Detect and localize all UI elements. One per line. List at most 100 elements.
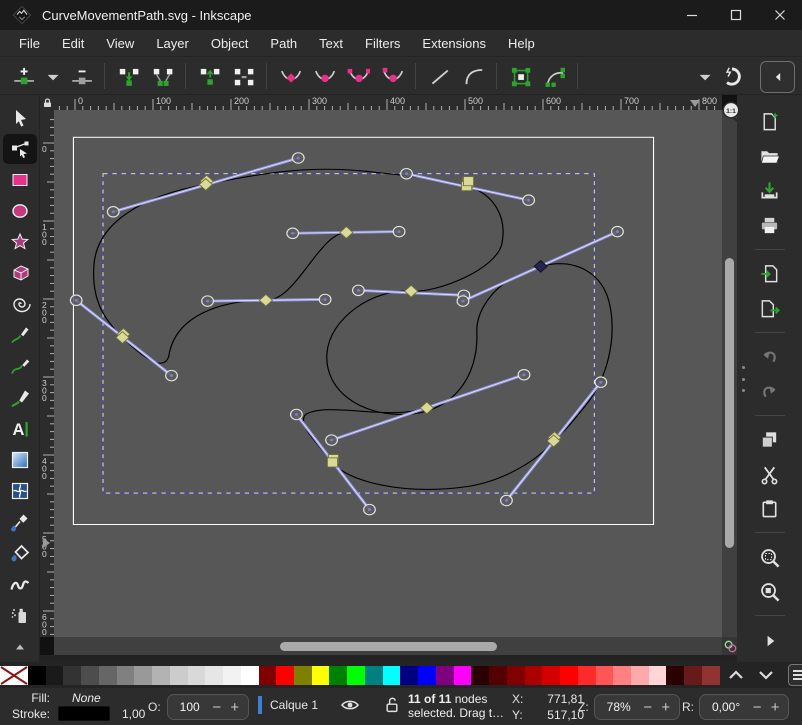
palette-swatch-14[interactable]	[276, 666, 294, 685]
spiral-tool-button[interactable]	[3, 289, 37, 319]
mesh-tool-button[interactable]	[3, 476, 37, 506]
palette-swatch-34[interactable]	[631, 666, 649, 685]
break-node-button[interactable]	[192, 61, 226, 91]
handle-end[interactable]	[292, 153, 304, 163]
handle-end[interactable]	[291, 409, 303, 419]
palette-swatch-7[interactable]	[152, 666, 170, 685]
palette-swatch-29[interactable]	[542, 666, 560, 685]
handle-end[interactable]	[401, 168, 413, 178]
opacity-increase-button[interactable]: +	[226, 699, 244, 716]
object-to-path-button[interactable]	[503, 61, 537, 91]
palette-swatch-6[interactable]	[134, 666, 152, 685]
text-tool-button[interactable]: A	[3, 414, 37, 444]
drawing-svg[interactable]	[54, 110, 722, 637]
menu-filters[interactable]: Filters	[354, 32, 411, 55]
path-node[interactable]	[405, 285, 418, 297]
ruler-lock[interactable]	[40, 95, 54, 110]
palette-swatch-1[interactable]	[46, 666, 64, 685]
expand-commands-button[interactable]	[755, 627, 785, 653]
import-document-button[interactable]	[755, 261, 785, 287]
horizontal-scrollbar[interactable]	[54, 637, 722, 655]
horizontal-ruler[interactable]: 0100200300400500600700800	[54, 95, 722, 110]
palette-swatch-27[interactable]	[507, 666, 525, 685]
rotation-decrease-button[interactable]: −	[748, 699, 766, 716]
palette-menu-button[interactable]	[788, 664, 802, 686]
corner-node-button[interactable]	[273, 61, 307, 91]
show-handles-button[interactable]	[537, 61, 571, 91]
palette-swatch-5[interactable]	[117, 666, 135, 685]
commands-bar-handle[interactable]	[739, 366, 747, 392]
box3d-tool-button[interactable]	[3, 258, 37, 288]
palette-swatch-12[interactable]	[241, 666, 259, 685]
rotation-spinbox[interactable]: 0,00° − +	[699, 694, 789, 720]
rotation-increase-button[interactable]: +	[766, 699, 784, 716]
menu-path[interactable]: Path	[259, 32, 308, 55]
open-document-button[interactable]	[755, 144, 785, 170]
handle-end[interactable]	[595, 377, 607, 387]
join-with-segment-button[interactable]	[145, 61, 179, 91]
dropper-tool-button[interactable]	[3, 507, 37, 537]
palette-swatch-21[interactable]	[400, 666, 418, 685]
palette-swatch-9[interactable]	[188, 666, 206, 685]
palette-swatch-13[interactable]	[259, 666, 277, 685]
menu-edit[interactable]: Edit	[51, 32, 95, 55]
delete-segment-button[interactable]	[226, 61, 260, 91]
pen-tool-button[interactable]	[3, 352, 37, 382]
more-tools-button[interactable]	[3, 631, 37, 661]
palette-swatch-15[interactable]	[294, 666, 312, 685]
palette-swatch-32[interactable]	[596, 666, 614, 685]
palette-swatch-16[interactable]	[312, 666, 330, 685]
fill-tool-button[interactable]	[3, 538, 37, 568]
palette-swatch-37[interactable]	[684, 666, 702, 685]
handle-end[interactable]	[457, 296, 469, 306]
handle-end[interactable]	[319, 294, 331, 304]
palette-swatch-22[interactable]	[418, 666, 436, 685]
new-document-button[interactable]	[755, 109, 785, 135]
opacity-decrease-button[interactable]: −	[208, 699, 226, 716]
palette-swatch-26[interactable]	[489, 666, 507, 685]
menu-help[interactable]: Help	[497, 32, 546, 55]
layer-name[interactable]: Calque 1	[270, 698, 318, 712]
canvas[interactable]	[54, 110, 722, 637]
handle-end[interactable]	[612, 226, 624, 236]
menu-extensions[interactable]: Extensions	[411, 32, 497, 55]
path-node[interactable]	[327, 455, 338, 467]
zoom-to-selection-button[interactable]	[755, 544, 785, 570]
print-document-button[interactable]	[755, 213, 785, 239]
smooth-node-button[interactable]	[307, 61, 341, 91]
palette-swatch-10[interactable]	[205, 666, 223, 685]
calligraphy-tool-button[interactable]	[3, 383, 37, 413]
menu-file[interactable]: File	[8, 32, 51, 55]
palette-swatch-35[interactable]	[649, 666, 667, 685]
handle-end[interactable]	[326, 435, 338, 445]
zoom-increase-button[interactable]: +	[657, 699, 675, 716]
handle-end[interactable]	[287, 228, 299, 238]
stroke-width-value[interactable]: 1,00	[122, 707, 145, 721]
node-tool-button[interactable]	[3, 134, 37, 164]
menu-layer[interactable]: Layer	[145, 32, 200, 55]
handle-end[interactable]	[70, 295, 82, 305]
handle-end[interactable]	[166, 370, 178, 380]
curve-segment-button[interactable]	[456, 61, 490, 91]
star-tool-button[interactable]	[3, 227, 37, 257]
horizontal-scrollbar-thumb[interactable]	[280, 642, 497, 651]
palette-swatch-8[interactable]	[170, 666, 188, 685]
palette-swatch-18[interactable]	[347, 666, 365, 685]
fill-stroke-indicator[interactable]: Fill: None Stroke: 1,00	[6, 691, 145, 721]
zoom-to-drawing-button[interactable]	[755, 579, 785, 605]
path-node[interactable]	[340, 227, 353, 239]
handle-end[interactable]	[202, 296, 214, 306]
palette-scroll-down-icon[interactable]	[758, 670, 774, 680]
undo-button[interactable]	[755, 344, 785, 370]
palette-swatch-30[interactable]	[560, 666, 578, 685]
minimize-button[interactable]	[670, 0, 714, 30]
auto-smooth-node-button[interactable]	[375, 61, 409, 91]
close-button[interactable]	[758, 0, 802, 30]
delete-node-button[interactable]	[64, 61, 98, 91]
palette-swatch-3[interactable]	[81, 666, 99, 685]
vertical-ruler[interactable]: 0100200300400500600	[40, 110, 54, 637]
palette-swatch-2[interactable]	[63, 666, 81, 685]
symmetric-node-button[interactable]	[341, 61, 375, 91]
palette-swatch-4[interactable]	[99, 666, 117, 685]
rectangle-tool-button[interactable]	[3, 165, 37, 195]
